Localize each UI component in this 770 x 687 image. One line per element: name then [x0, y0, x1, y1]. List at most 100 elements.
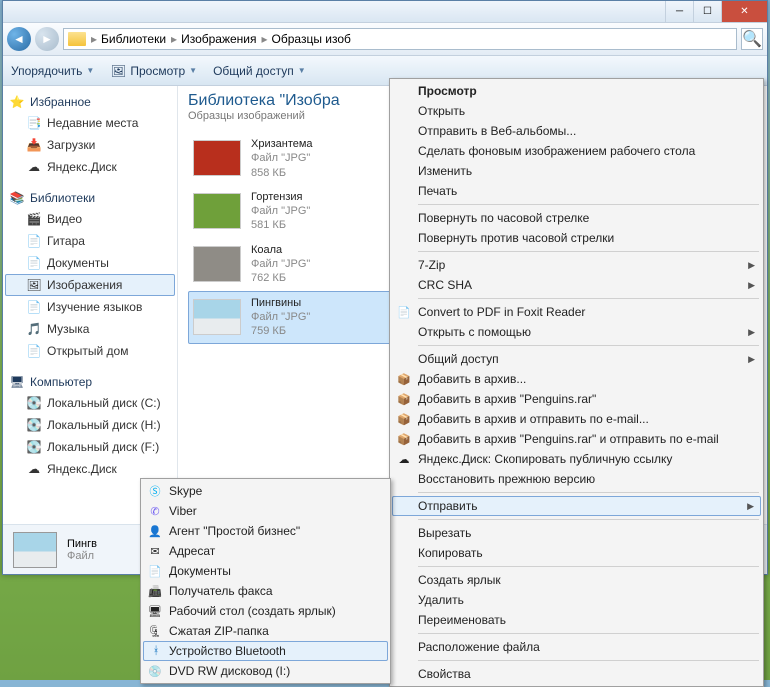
- ctx-send-to[interactable]: Отправить▶: [392, 496, 761, 516]
- sidebar-item-guitar[interactable]: 📄Гитара: [5, 230, 175, 252]
- sidebar-item-openhouse[interactable]: 📄Открытый дом: [5, 340, 175, 362]
- thumbnail: [193, 140, 241, 176]
- sidebar-item-recent[interactable]: 📑Недавние места: [5, 112, 175, 134]
- sidebar-item-yandex[interactable]: ☁Яндекс.Диск: [5, 156, 175, 178]
- sendto-bluetooth[interactable]: ᚼУстройство Bluetooth: [143, 641, 388, 661]
- libraries-icon: 📚: [9, 190, 25, 206]
- ctx-view[interactable]: Просмотр: [392, 81, 761, 101]
- sidebar-item-music[interactable]: 🎵Музыка: [5, 318, 175, 340]
- pdf-icon: 📄: [396, 304, 412, 320]
- yandex-icon: ☁: [26, 461, 42, 477]
- maximize-button[interactable]: ☐: [693, 1, 721, 22]
- context-menu: Просмотр Открыть Отправить в Веб-альбомы…: [389, 78, 764, 687]
- minimize-button[interactable]: ─: [665, 1, 693, 22]
- breadcrumb-item[interactable]: ▸Образцы изоб: [260, 32, 351, 46]
- ctx-share[interactable]: Общий доступ▶: [392, 349, 761, 369]
- ctx-archive-email[interactable]: 📦Добавить в архив и отправить по e-mail.…: [392, 409, 761, 429]
- sidebar-item-video[interactable]: 🎬Видео: [5, 208, 175, 230]
- breadcrumb-item[interactable]: ▸Изображения: [169, 32, 256, 46]
- ctx-shortcut[interactable]: Создать ярлык: [392, 570, 761, 590]
- ctx-properties[interactable]: Свойства: [392, 664, 761, 684]
- ctx-penguins-email[interactable]: 📦Добавить в архив "Penguins.rar" и отпра…: [392, 429, 761, 449]
- sidebar-item-disk-f[interactable]: 💽Локальный диск (F:): [5, 436, 175, 458]
- yandex-icon: ☁: [396, 451, 412, 467]
- ctx-foxit[interactable]: 📄Convert to PDF in Foxit Reader: [392, 302, 761, 322]
- image-icon: 🖼: [26, 277, 42, 293]
- sendto-viber[interactable]: ✆Viber: [143, 501, 388, 521]
- sidebar-item-disk-c[interactable]: 💽Локальный диск (C:): [5, 392, 175, 414]
- view-menu[interactable]: 🖼Просмотр▼: [110, 63, 197, 79]
- computer-icon: 🖥: [9, 374, 25, 390]
- agent-icon: 👤: [147, 523, 163, 539]
- sidebar-item-yandex-disk[interactable]: ☁Яндекс.Диск: [5, 458, 175, 480]
- thumbnail: [193, 246, 241, 282]
- preview-type: Файл: [67, 550, 97, 562]
- close-button[interactable]: ✕: [721, 1, 767, 22]
- rar-icon: 📦: [396, 411, 412, 427]
- rar-icon: 📦: [396, 391, 412, 407]
- sendto-desktop[interactable]: 🖥Рабочий стол (создать ярлык): [143, 601, 388, 621]
- ctx-open-with[interactable]: Открыть с помощью▶: [392, 322, 761, 342]
- ctx-send-web[interactable]: Отправить в Веб-альбомы...: [392, 121, 761, 141]
- sidebar-item-images[interactable]: 🖼Изображения: [5, 274, 175, 296]
- ctx-delete[interactable]: Удалить: [392, 590, 761, 610]
- share-menu[interactable]: Общий доступ▼: [213, 64, 306, 78]
- sidebar-favorites[interactable]: ⭐Избранное: [5, 92, 175, 112]
- disk-icon: 💽: [26, 395, 42, 411]
- sidebar-item-documents[interactable]: 📄Документы: [5, 252, 175, 274]
- ctx-rotate-cw[interactable]: Повернуть по часовой стрелке: [392, 208, 761, 228]
- ctx-print[interactable]: Печать: [392, 181, 761, 201]
- preview-thumbnail: [13, 532, 57, 568]
- sidebar-item-downloads[interactable]: 📥Загрузки: [5, 134, 175, 156]
- breadcrumb-item[interactable]: ▸Библиотеки: [89, 32, 166, 46]
- ctx-copy[interactable]: Копировать: [392, 543, 761, 563]
- sidebar-computer[interactable]: 🖥Компьютер: [5, 372, 175, 392]
- doc-icon: 📄: [26, 299, 42, 315]
- downloads-icon: 📥: [26, 137, 42, 153]
- ctx-edit[interactable]: Изменить: [392, 161, 761, 181]
- view-icon: 🖼: [110, 63, 126, 79]
- ctx-restore[interactable]: Восстановить прежнюю версию: [392, 469, 761, 489]
- places-icon: 📑: [26, 115, 42, 131]
- ctx-yandex[interactable]: ☁Яндекс.Диск: Скопировать публичную ссыл…: [392, 449, 761, 469]
- sendto-documents[interactable]: 📄Документы: [143, 561, 388, 581]
- ctx-archive[interactable]: 📦Добавить в архив...: [392, 369, 761, 389]
- preview-name: Пингв: [67, 538, 97, 550]
- doc-icon: 📄: [26, 233, 42, 249]
- ctx-open[interactable]: Открыть: [392, 101, 761, 121]
- sendto-zip[interactable]: 🗜Сжатая ZIP-папка: [143, 621, 388, 641]
- viber-icon: ✆: [147, 503, 163, 519]
- forward-button[interactable]: ►: [35, 27, 59, 51]
- ctx-location[interactable]: Расположение файла: [392, 637, 761, 657]
- doc-icon: 📄: [26, 255, 42, 271]
- skype-icon: Ⓢ: [147, 483, 163, 499]
- sendto-dvd[interactable]: 💿DVD RW дисковод (I:): [143, 661, 388, 681]
- sidebar-item-languages[interactable]: 📄Изучение языков: [5, 296, 175, 318]
- address-bar[interactable]: ▸Библиотеки ▸Изображения ▸Образцы изоб: [63, 28, 737, 50]
- sendto-addressee[interactable]: ✉Адресат: [143, 541, 388, 561]
- sendto-agent[interactable]: 👤Агент "Простой бизнес": [143, 521, 388, 541]
- back-button[interactable]: ◄: [7, 27, 31, 51]
- ctx-rename[interactable]: Переименовать: [392, 610, 761, 630]
- organize-menu[interactable]: Упорядочить▼: [11, 64, 94, 78]
- ctx-wallpaper[interactable]: Сделать фоновым изображением рабочего ст…: [392, 141, 761, 161]
- search-button[interactable]: 🔍: [741, 28, 763, 50]
- sendto-skype[interactable]: ⓈSkype: [143, 481, 388, 501]
- disk-icon: 💽: [26, 417, 42, 433]
- ctx-rotate-ccw[interactable]: Повернуть против часовой стрелки: [392, 228, 761, 248]
- ctx-cut[interactable]: Вырезать: [392, 523, 761, 543]
- sidebar-item-disk-h[interactable]: 💽Локальный диск (H:): [5, 414, 175, 436]
- sidebar-libraries[interactable]: 📚Библиотеки: [5, 188, 175, 208]
- doc-icon: 📄: [147, 563, 163, 579]
- video-icon: 🎬: [26, 211, 42, 227]
- sendto-submenu: ⓈSkype ✆Viber 👤Агент "Простой бизнес" ✉А…: [140, 478, 391, 684]
- ctx-crc[interactable]: CRC SHA▶: [392, 275, 761, 295]
- thumbnail: [193, 299, 241, 335]
- rar-icon: 📦: [396, 431, 412, 447]
- ctx-archive-penguins[interactable]: 📦Добавить в архив "Penguins.rar": [392, 389, 761, 409]
- ctx-7zip[interactable]: 7-Zip▶: [392, 255, 761, 275]
- disk-icon: 💽: [26, 439, 42, 455]
- music-icon: 🎵: [26, 321, 42, 337]
- sendto-fax[interactable]: 📠Получатель факса: [143, 581, 388, 601]
- bluetooth-icon: ᚼ: [148, 643, 164, 659]
